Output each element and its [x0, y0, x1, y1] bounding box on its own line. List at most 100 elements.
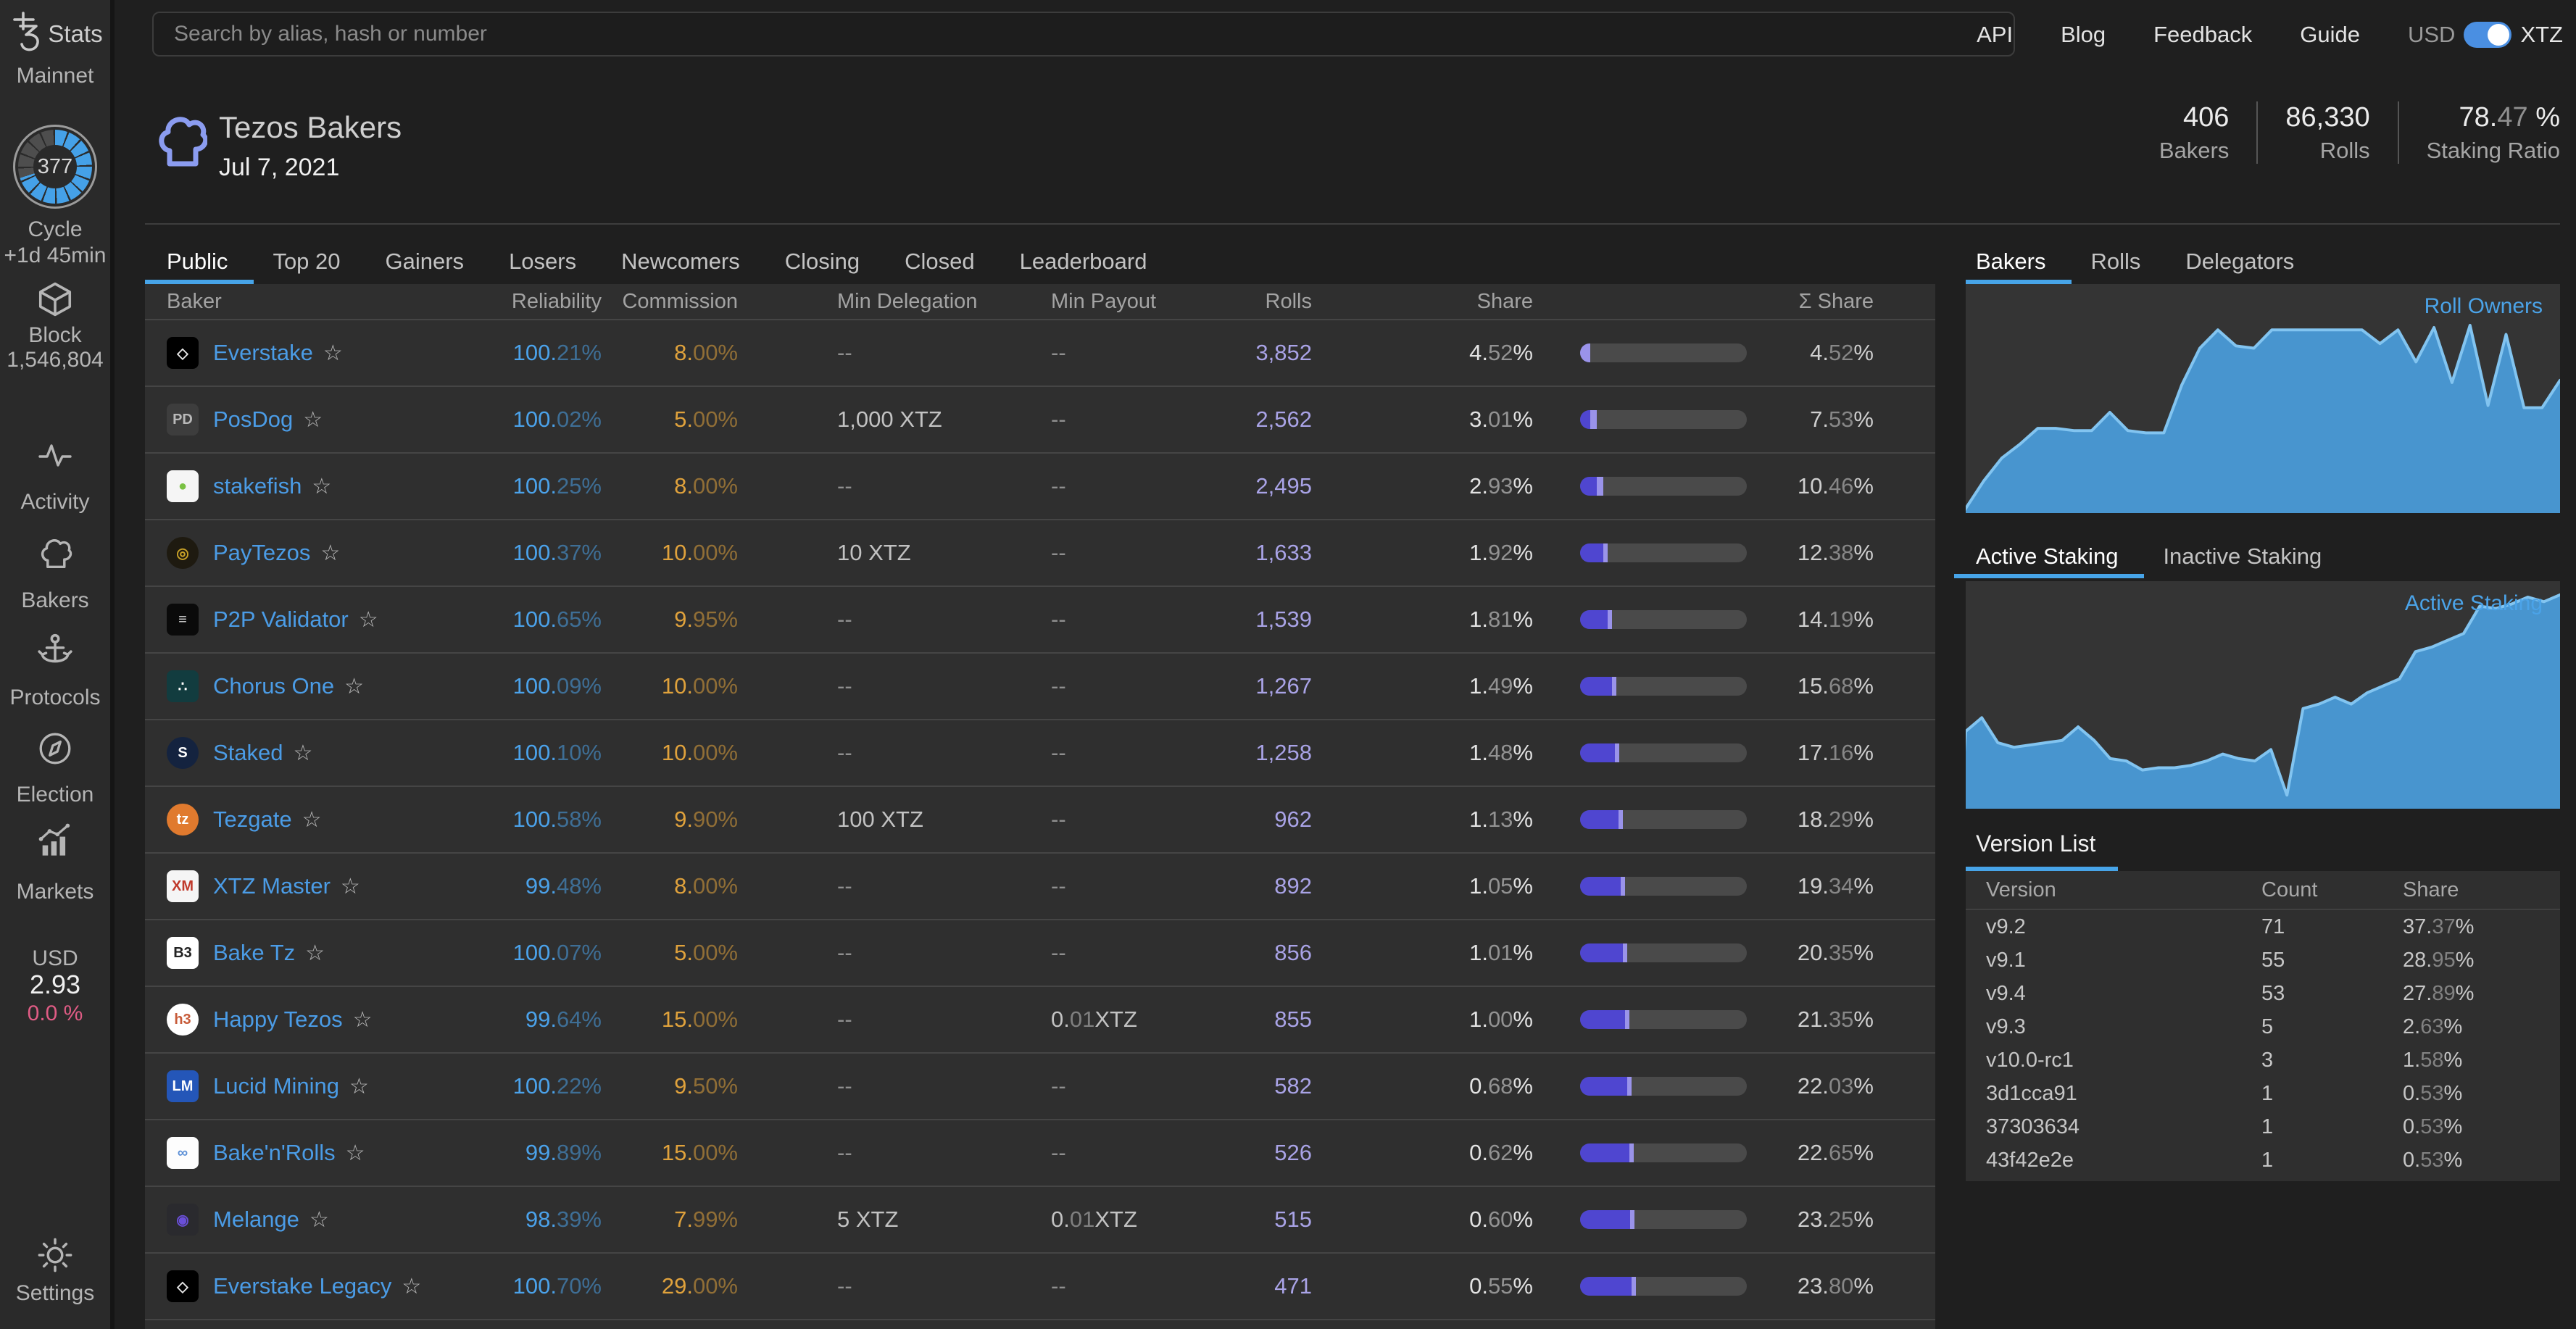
cycle-eta: +1d 45min: [4, 243, 107, 267]
bakers-chef-hat-icon: [155, 110, 209, 180]
share-bar: [1580, 787, 1747, 852]
rolls-cell: 582: [1274, 1073, 1312, 1099]
bakers-icon[interactable]: [0, 539, 110, 572]
topnav-link-feedback[interactable]: Feedback: [2153, 22, 2252, 48]
tab-top-20[interactable]: Top 20: [273, 241, 340, 283]
cycle-progress-ring[interactable]: 377: [13, 125, 97, 209]
markets-icon[interactable]: [0, 823, 110, 858]
baker-cell: ◎ PayTezos ☆: [167, 520, 449, 586]
activity-icon[interactable]: [0, 441, 110, 470]
favorite-star-icon[interactable]: ☆: [320, 541, 340, 566]
favorite-star-icon[interactable]: ☆: [294, 741, 313, 766]
share-cell: 28. 95 %: [2403, 948, 2475, 972]
reliability-cell: 100. 22%: [512, 1073, 602, 1099]
baker-link[interactable]: Staked: [213, 740, 283, 766]
baker-cell: ◇ Everstake ☆: [167, 320, 449, 386]
favorite-star-icon[interactable]: ☆: [341, 874, 360, 899]
column-header--share: Σ Share: [1798, 289, 1874, 313]
panel-tab-delegators[interactable]: Delegators: [2185, 241, 2294, 283]
version-row: v9.3 5 2. 63 %: [1966, 1010, 2560, 1043]
reliability-cell: 99. 64%: [525, 1007, 602, 1032]
sidebar-item-activity[interactable]: Activity: [0, 490, 110, 514]
sidebar-item-markets[interactable]: Markets: [0, 880, 110, 904]
tz-logo-icon: [7, 10, 46, 58]
search-input[interactable]: [152, 12, 2015, 57]
version-cell: v9.1: [1986, 948, 2026, 972]
sidebar-item-bakers[interactable]: Bakers: [0, 588, 110, 613]
min-delegation-cell: --: [837, 1073, 852, 1099]
favorite-star-icon[interactable]: ☆: [349, 1074, 369, 1099]
chart1-legend: Roll Owners: [2424, 294, 2543, 318]
topnav-link-guide[interactable]: Guide: [2300, 22, 2360, 48]
tab-public[interactable]: Public: [144, 241, 255, 284]
favorite-star-icon[interactable]: ☆: [305, 941, 325, 966]
favorite-star-icon[interactable]: ☆: [312, 474, 331, 499]
settings-gear-icon[interactable]: [0, 1236, 110, 1274]
currency-toggle[interactable]: [2464, 22, 2512, 48]
baker-link[interactable]: Everstake Legacy: [213, 1273, 391, 1299]
favorite-star-icon[interactable]: ☆: [346, 1141, 365, 1166]
staking-tab-inactive-staking[interactable]: Inactive Staking: [2163, 536, 2322, 577]
baker-link[interactable]: PosDog: [213, 407, 293, 433]
baker-link[interactable]: Lucid Mining: [213, 1073, 339, 1099]
baker-link[interactable]: Tezgate: [213, 807, 292, 833]
commission-cell: 8. 00%: [674, 873, 738, 899]
baker-link[interactable]: Everstake: [213, 340, 313, 366]
favorite-star-icon[interactable]: ☆: [309, 1207, 329, 1233]
reliability-cell: 99. 48%: [525, 873, 602, 899]
table-row: ◇ Everstake ☆ 100. 21% 8. 00% -- -- 3,852 4. 52 % 4.…: [145, 319, 1935, 386]
share-cell: 0. 53 %: [2403, 1115, 2463, 1138]
tzstats-logo[interactable]: Stats: [0, 10, 110, 58]
cumulative-share-cell: 19. 34 %: [1797, 873, 1874, 899]
min-delegation-cell: --: [837, 1007, 852, 1032]
election-icon[interactable]: [0, 730, 110, 767]
topnav-link-api[interactable]: API: [1977, 22, 2013, 48]
currency-xtz-label: XTZ: [2520, 22, 2563, 47]
baker-link[interactable]: stakefish: [213, 473, 302, 499]
currency-toggle-group: USD XTZ: [2408, 22, 2563, 48]
favorite-star-icon[interactable]: ☆: [302, 807, 322, 833]
cumulative-share-cell: 7. 53 %: [1810, 407, 1874, 432]
baker-link[interactable]: Melange: [213, 1207, 299, 1233]
baker-cell: S Staked ☆: [167, 720, 449, 786]
reliability-cell: 100. 10%: [512, 740, 602, 765]
favorite-star-icon[interactable]: ☆: [344, 674, 364, 699]
min-delegation-cell: 100 XTZ: [837, 807, 923, 832]
sidebar-item-election[interactable]: Election: [0, 783, 110, 807]
baker-link[interactable]: P2P Validator: [213, 607, 349, 633]
tab-gainers[interactable]: Gainers: [386, 241, 465, 283]
cumulative-share-cell: 22. 65 %: [1797, 1140, 1874, 1165]
panel-tab-bakers[interactable]: Bakers: [1965, 241, 2073, 284]
reliability-cell: 100. 37%: [512, 540, 602, 565]
baker-link[interactable]: XTZ Master: [213, 873, 331, 899]
topnav-link-blog[interactable]: Blog: [2061, 22, 2106, 48]
commission-cell: 29. 00%: [661, 1273, 738, 1299]
reliability-cell: 100. 07%: [512, 940, 602, 965]
favorite-star-icon[interactable]: ☆: [303, 407, 323, 433]
tab-closing[interactable]: Closing: [785, 241, 860, 283]
favorite-star-icon[interactable]: ☆: [353, 1007, 373, 1033]
staking-tab-active-staking[interactable]: Active Staking: [1953, 536, 2145, 578]
share-bar: [1580, 920, 1747, 986]
block-icon[interactable]: [0, 280, 110, 319]
baker-link[interactable]: PayTezos: [213, 540, 310, 566]
cumulative-share-cell: 17. 16 %: [1797, 740, 1874, 765]
tab-losers[interactable]: Losers: [509, 241, 576, 283]
baker-link[interactable]: Happy Tezos: [213, 1007, 343, 1033]
tab-leaderboard[interactable]: Leaderboard: [1020, 241, 1147, 283]
bakers-table: Baker Reliability Commission Min Delegation…: [145, 284, 1935, 1329]
tab-newcomers[interactable]: Newcomers: [621, 241, 740, 283]
tab-closed[interactable]: Closed: [905, 241, 975, 283]
favorite-star-icon[interactable]: ☆: [323, 341, 343, 366]
block-height[interactable]: 1,546,804: [0, 348, 110, 372]
baker-cell: ◉ Melange ☆: [167, 1187, 449, 1252]
favorite-star-icon[interactable]: ☆: [359, 607, 378, 633]
baker-link[interactable]: Bake Tz: [213, 940, 295, 966]
panel-tab-rolls[interactable]: Rolls: [2090, 241, 2140, 283]
baker-link[interactable]: Bake'n'Rolls: [213, 1140, 336, 1166]
baker-link[interactable]: Chorus One: [213, 673, 334, 699]
settings-label: Settings: [15, 1281, 95, 1305]
protocols-icon[interactable]: [0, 632, 110, 668]
version-row: 37303634 1 0. 53 %: [1966, 1110, 2560, 1143]
sidebar-item-protocols[interactable]: Protocols: [0, 686, 110, 710]
